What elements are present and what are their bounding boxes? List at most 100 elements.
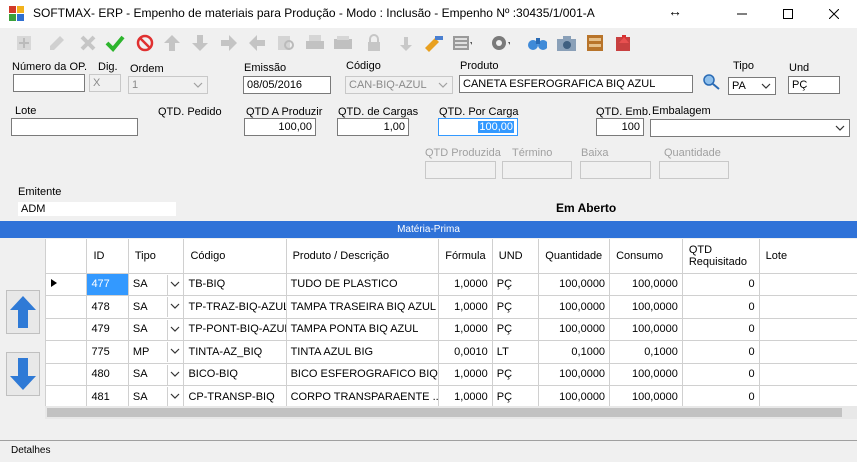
cell-tipo[interactable]: MP bbox=[127, 340, 185, 364]
archive-button[interactable] bbox=[585, 33, 605, 53]
numero-op-input[interactable] bbox=[13, 74, 85, 92]
emissao-input[interactable]: 08/05/2016 bbox=[243, 76, 331, 94]
cell-descricao[interactable]: TUDO DE PLASTICO bbox=[285, 272, 440, 296]
cell-consumo[interactable]: 0,1000 bbox=[609, 340, 683, 364]
cell-und[interactable]: PÇ bbox=[491, 385, 540, 409]
horizontal-scrollbar-thumb[interactable] bbox=[47, 408, 842, 417]
row-indicator[interactable] bbox=[45, 272, 88, 296]
minimize-button[interactable] bbox=[719, 0, 765, 28]
row-indicator[interactable] bbox=[45, 340, 88, 364]
cell-und[interactable]: PÇ bbox=[491, 295, 540, 319]
qtd-a-produzir-input[interactable]: 100,00 bbox=[244, 118, 316, 136]
tools-button[interactable] bbox=[423, 33, 443, 53]
cell-formula[interactable]: 1,0000 bbox=[438, 295, 493, 319]
cell-requisitado[interactable]: 0 bbox=[681, 295, 760, 319]
cell-lote[interactable] bbox=[758, 272, 857, 296]
row-down-button[interactable] bbox=[6, 352, 40, 396]
cell-id[interactable]: 477 bbox=[86, 272, 129, 296]
cancel-button[interactable] bbox=[78, 33, 98, 53]
delete-button[interactable] bbox=[135, 33, 155, 53]
print-button[interactable] bbox=[305, 33, 325, 53]
cell-descricao[interactable]: TAMPA PONTA BIQ AZUL bbox=[285, 317, 440, 341]
cell-requisitado[interactable]: 0 bbox=[681, 362, 760, 386]
codigo-select[interactable]: CAN-BIQ-AZUL bbox=[345, 76, 453, 94]
download-button[interactable] bbox=[396, 33, 416, 53]
tipo-dropdown-button[interactable] bbox=[167, 387, 183, 407]
exit-button[interactable] bbox=[614, 33, 634, 53]
cell-formula[interactable]: 1,0000 bbox=[438, 362, 493, 386]
maximize-button[interactable] bbox=[765, 0, 811, 28]
cell-tipo[interactable]: SA bbox=[127, 385, 185, 409]
cell-requisitado[interactable]: 0 bbox=[681, 317, 760, 341]
materia-prima-grid[interactable]: ID Tipo Código Produto / Descrição Fórmu… bbox=[45, 239, 857, 419]
termino-input[interactable] bbox=[502, 161, 572, 179]
ordem-select[interactable]: 1 bbox=[128, 76, 208, 94]
new-button[interactable] bbox=[14, 33, 34, 53]
binoculars-button[interactable] bbox=[527, 33, 547, 53]
cell-id[interactable]: 478 bbox=[86, 295, 129, 319]
cell-consumo[interactable]: 100,0000 bbox=[609, 317, 683, 341]
cell-lote[interactable] bbox=[758, 295, 857, 319]
cell-codigo[interactable]: TINTA-AZ_BIQ bbox=[183, 340, 287, 364]
lote-input[interactable] bbox=[11, 118, 138, 136]
cell-und[interactable]: PÇ bbox=[491, 317, 540, 341]
cell-consumo[interactable]: 100,0000 bbox=[609, 362, 683, 386]
cell-codigo[interactable]: TP-TRAZ-BIQ-AZUL bbox=[183, 295, 287, 319]
baixa-input[interactable] bbox=[580, 161, 651, 179]
table-row[interactable]: 480 SA BICO-BIQ BICO ESFEROGRAFICO BIQ 1,000… bbox=[45, 362, 857, 386]
cell-requisitado[interactable]: 0 bbox=[681, 385, 760, 409]
col-codigo[interactable]: Código bbox=[183, 239, 287, 274]
settings-button[interactable] bbox=[490, 33, 510, 53]
col-formula[interactable]: Fórmula bbox=[438, 239, 493, 274]
cell-tipo[interactable]: SA bbox=[127, 317, 185, 341]
col-consumo[interactable]: Consumo bbox=[609, 239, 683, 274]
tipo-dropdown-button[interactable] bbox=[167, 297, 183, 317]
cell-tipo[interactable]: SA bbox=[127, 295, 185, 319]
cell-id[interactable]: 775 bbox=[86, 340, 129, 364]
cell-quantidade[interactable]: 0,1000 bbox=[538, 340, 611, 364]
qtd-emb-input[interactable]: 100 bbox=[596, 118, 644, 136]
cell-lote[interactable] bbox=[758, 385, 857, 409]
detalhes-label[interactable]: Detalhes bbox=[11, 445, 50, 456]
qtd-por-carga-input[interactable]: 100,00 bbox=[438, 118, 518, 136]
col-descricao[interactable]: Produto / Descrição bbox=[285, 239, 440, 274]
edit-button[interactable] bbox=[47, 33, 67, 53]
cell-consumo[interactable]: 100,0000 bbox=[609, 295, 683, 319]
cell-descricao[interactable]: TINTA AZUL BIG bbox=[285, 340, 440, 364]
next-button[interactable] bbox=[219, 33, 239, 53]
cell-codigo[interactable]: CP-TRANSP-BIQ bbox=[183, 385, 287, 409]
report-button[interactable] bbox=[333, 33, 353, 53]
search-button[interactable] bbox=[276, 33, 296, 53]
table-row[interactable]: 481 SA CP-TRANSP-BIQ CORPO TRANSPARAENTE ..… bbox=[45, 385, 857, 409]
cell-requisitado[interactable]: 0 bbox=[681, 340, 760, 364]
tipo-dropdown-button[interactable] bbox=[167, 364, 183, 385]
cell-descricao[interactable]: TAMPA TRASEIRA BIQ AZUL bbox=[285, 295, 440, 319]
table-row[interactable]: 478 SA TP-TRAZ-BIQ-AZUL TAMPA TRASEIRA BIQ … bbox=[45, 295, 857, 319]
confirm-button[interactable] bbox=[105, 33, 125, 53]
tipo-select[interactable]: PA bbox=[728, 77, 776, 95]
cell-descricao[interactable]: CORPO TRANSPARAENTE ... bbox=[285, 385, 440, 409]
tipo-dropdown-button[interactable] bbox=[167, 342, 183, 362]
qtd-cargas-input[interactable]: 1,00 bbox=[337, 118, 409, 136]
cell-formula[interactable]: 1,0000 bbox=[438, 317, 493, 341]
col-und[interactable]: UND bbox=[491, 239, 540, 274]
cell-quantidade[interactable]: 100,0000 bbox=[538, 272, 611, 296]
cell-id[interactable]: 481 bbox=[86, 385, 129, 409]
cell-und[interactable]: LT bbox=[491, 340, 540, 364]
row-up-button[interactable] bbox=[6, 290, 40, 334]
cell-formula[interactable]: 1,0000 bbox=[438, 272, 493, 296]
cell-quantidade[interactable]: 100,0000 bbox=[538, 385, 611, 409]
cell-lote[interactable] bbox=[758, 362, 857, 386]
tipo-dropdown-button[interactable] bbox=[167, 274, 183, 295]
quantidade-input[interactable] bbox=[659, 161, 729, 179]
row-indicator[interactable] bbox=[45, 317, 88, 341]
close-button[interactable] bbox=[811, 0, 857, 28]
previous-button[interactable] bbox=[247, 33, 267, 53]
cell-codigo[interactable]: TP-PONT-BIQ-AZUL bbox=[183, 317, 287, 341]
camera-button[interactable] bbox=[556, 33, 576, 53]
cell-und[interactable]: PÇ bbox=[491, 362, 540, 386]
move-down-button[interactable] bbox=[190, 33, 210, 53]
cell-tipo[interactable]: SA bbox=[127, 362, 185, 386]
cell-quantidade[interactable]: 100,0000 bbox=[538, 295, 611, 319]
cell-descricao[interactable]: BICO ESFEROGRAFICO BIQ bbox=[285, 362, 440, 386]
